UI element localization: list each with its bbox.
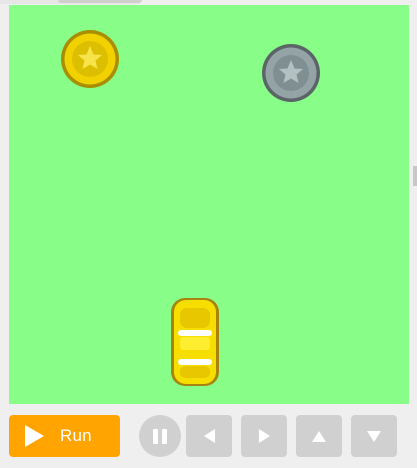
top-tab-shadow: [58, 0, 142, 3]
up-button[interactable]: [296, 415, 342, 457]
pause-button[interactable]: [139, 415, 181, 457]
run-button[interactable]: Run: [9, 415, 120, 457]
arrow-down-icon: [367, 430, 381, 442]
left-button[interactable]: [186, 415, 232, 457]
arrow-up-icon: [312, 430, 326, 442]
gold-coin-sprite: [60, 29, 120, 89]
silver-coin-sprite: [261, 43, 321, 103]
run-button-label: Run: [60, 426, 92, 445]
car-icon: [171, 298, 219, 386]
right-button[interactable]: [241, 415, 287, 457]
car-sprite: [169, 296, 221, 388]
gold-coin-icon: [61, 30, 119, 88]
pause-icon: [153, 428, 158, 444]
arrow-right-icon: [258, 429, 270, 443]
resize-handle[interactable]: [413, 166, 417, 186]
arrow-left-icon: [203, 429, 215, 443]
top-tab: [0, 0, 142, 4]
controls-bar: Run: [0, 404, 417, 468]
silver-coin-icon: [262, 44, 320, 102]
pause-icon-bar: [162, 428, 167, 444]
game-stage: [9, 5, 409, 404]
down-button[interactable]: [351, 415, 397, 457]
play-icon: [25, 425, 44, 447]
